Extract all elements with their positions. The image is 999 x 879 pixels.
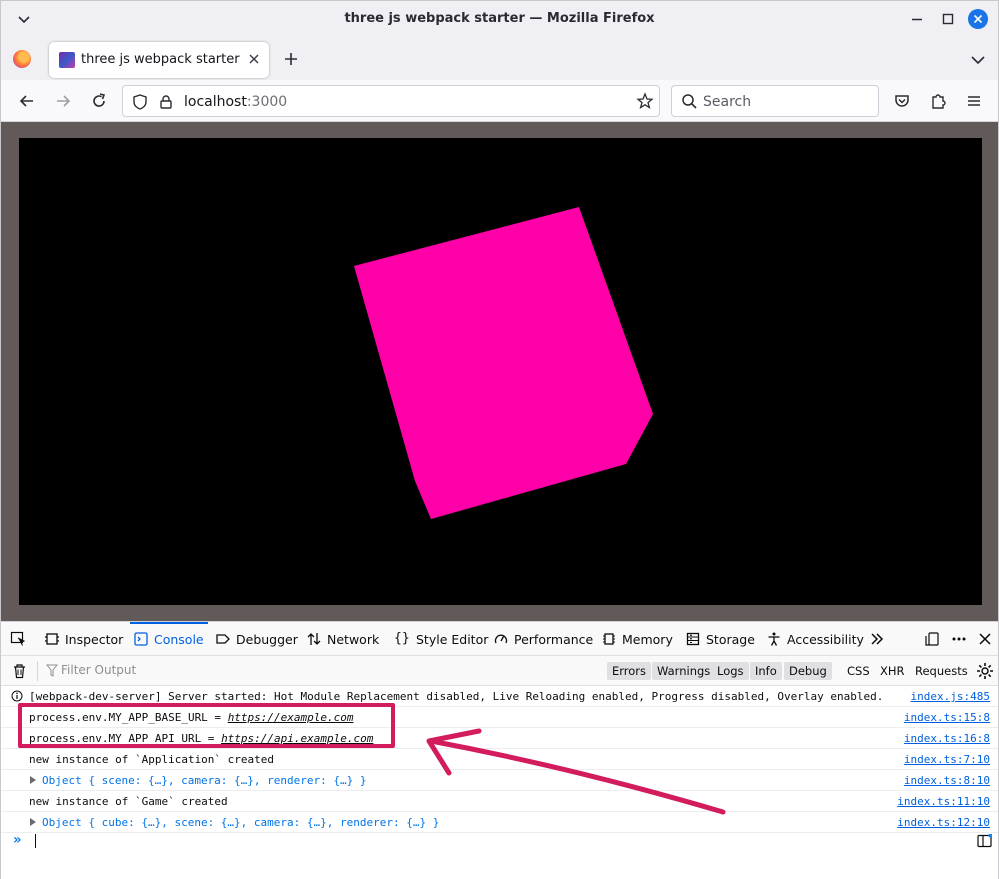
back-icon[interactable] bbox=[17, 91, 37, 111]
app-menu-icon[interactable] bbox=[964, 91, 984, 111]
message-source-link[interactable]: index.ts:7:10 bbox=[904, 753, 990, 766]
pocket-icon[interactable] bbox=[892, 91, 912, 111]
devtools-panel: Inspector Console Debugger Network {} St… bbox=[1, 621, 998, 879]
tab-strip: three js webpack starter bbox=[1, 38, 998, 80]
message-source-link[interactable]: index.ts:11:10 bbox=[897, 795, 990, 808]
tab-active[interactable]: three js webpack starter bbox=[49, 42, 269, 78]
expand-object-triangle-icon[interactable] bbox=[30, 818, 36, 826]
tab-memory[interactable]: Memory bbox=[602, 622, 673, 656]
close-devtools-icon[interactable] bbox=[977, 631, 993, 647]
search-bar[interactable]: Search bbox=[671, 85, 879, 117]
tracking-protection-shield-icon[interactable] bbox=[131, 93, 149, 111]
console-icon bbox=[134, 632, 148, 646]
search-icon bbox=[682, 94, 697, 109]
filter-output-input[interactable]: Filter Output bbox=[61, 663, 136, 677]
clear-console-trash-icon[interactable] bbox=[12, 663, 27, 679]
expand-object-triangle-icon[interactable] bbox=[30, 776, 36, 784]
tab-console[interactable]: Console bbox=[130, 622, 208, 656]
filter-debug-button[interactable]: Debug bbox=[784, 662, 832, 680]
filter-css-button[interactable]: CSS bbox=[847, 664, 870, 678]
filter-errors-button[interactable]: Errors bbox=[607, 662, 652, 680]
firefox-view-icon[interactable] bbox=[13, 50, 31, 68]
console-input[interactable]: » bbox=[1, 829, 998, 853]
console-settings-gear-icon[interactable] bbox=[976, 662, 994, 680]
tab-label: three js webpack starter bbox=[81, 52, 240, 67]
object-inspector[interactable]: Object { scene: {…}, camera: {…}, render… bbox=[42, 774, 367, 787]
message-source-link[interactable]: index.ts:8:10 bbox=[904, 774, 990, 787]
maximize-icon[interactable] bbox=[938, 9, 958, 29]
forward-icon[interactable] bbox=[53, 91, 73, 111]
filter-icon bbox=[46, 664, 58, 677]
tab-network[interactable]: Network bbox=[307, 622, 379, 656]
filter-separator bbox=[37, 661, 38, 681]
tab-favicon-icon bbox=[59, 52, 75, 68]
message-source-link[interactable]: index.ts:15:8 bbox=[904, 711, 990, 724]
minimize-icon[interactable] bbox=[907, 9, 927, 29]
url-bar[interactable]: localhost:3000 bbox=[122, 85, 660, 117]
object-inspector[interactable]: Object { cube: {…}, scene: {…}, camera: … bbox=[42, 816, 439, 829]
more-tools-chevron-icon[interactable] bbox=[869, 631, 885, 647]
message-source-link[interactable]: index.js:485 bbox=[911, 690, 990, 703]
list-all-tabs-icon[interactable] bbox=[969, 51, 987, 69]
tab-storage[interactable]: Storage bbox=[686, 622, 755, 656]
page-info-icon[interactable] bbox=[157, 93, 175, 111]
rotating-cube bbox=[354, 207, 653, 519]
console-filter-bar: Filter Output Errors Warnings Logs Info … bbox=[1, 656, 998, 686]
title-bar: three js webpack starter — Mozilla Firef… bbox=[1, 1, 998, 38]
tab-style-editor[interactable]: {} Style Editor bbox=[394, 622, 488, 656]
search-placeholder: Search bbox=[703, 94, 752, 110]
filter-requests-button[interactable]: Requests bbox=[915, 664, 968, 678]
url-text: localhost:3000 bbox=[184, 94, 288, 110]
memory-icon bbox=[603, 633, 615, 645]
tab-performance[interactable]: Performance bbox=[494, 622, 593, 656]
highlight-box-annotation bbox=[18, 703, 395, 748]
filter-warnings-button[interactable]: Warnings bbox=[652, 662, 716, 680]
extensions-icon[interactable] bbox=[928, 91, 948, 111]
bookmark-star-icon[interactable] bbox=[636, 92, 654, 110]
info-icon bbox=[11, 690, 23, 702]
tab-accessibility[interactable]: Accessibility bbox=[767, 622, 864, 656]
filter-xhr-button[interactable]: XHR bbox=[880, 664, 905, 678]
console-message: new instance of `Application` created in… bbox=[1, 749, 998, 770]
editor-mode-toggle-icon[interactable] bbox=[977, 834, 992, 848]
filter-info-button[interactable]: Info bbox=[750, 662, 782, 680]
message-source-link[interactable]: index.ts:16:8 bbox=[904, 732, 990, 745]
page-content bbox=[1, 122, 998, 621]
console-message: new instance of `Game` created index.ts:… bbox=[1, 791, 998, 812]
storage-icon bbox=[686, 632, 700, 646]
cube-face bbox=[354, 207, 653, 519]
network-icon bbox=[307, 633, 321, 645]
tab-debugger[interactable]: Debugger bbox=[216, 622, 298, 656]
message-text: new instance of `Application` created bbox=[29, 753, 275, 766]
message-source-link[interactable]: index.ts:12:10 bbox=[897, 816, 990, 829]
console-prompt-chevron-icon: » bbox=[13, 832, 22, 848]
three-js-canvas[interactable] bbox=[19, 138, 982, 605]
new-tab-icon[interactable] bbox=[283, 51, 299, 67]
tab-close-icon[interactable] bbox=[246, 51, 262, 67]
filter-logs-button[interactable]: Logs bbox=[712, 662, 749, 680]
close-window-icon[interactable] bbox=[968, 9, 988, 29]
element-picker-icon[interactable] bbox=[10, 631, 26, 647]
text-caret bbox=[35, 834, 36, 848]
debugger-icon bbox=[216, 634, 230, 644]
reload-icon[interactable] bbox=[89, 91, 109, 111]
inspector-icon bbox=[45, 633, 59, 645]
accessibility-icon bbox=[768, 632, 780, 646]
performance-icon bbox=[494, 634, 508, 644]
style-editor-icon: {} bbox=[394, 631, 410, 646]
navigation-toolbar: localhost:3000 Search bbox=[1, 80, 998, 122]
devtools-toolbar: Inspector Console Debugger Network {} St… bbox=[1, 622, 998, 656]
message-text: [webpack-dev-server] Server started: Hot… bbox=[29, 690, 884, 703]
console-message: Object { scene: {…}, camera: {…}, render… bbox=[1, 770, 998, 791]
message-text: new instance of `Game` created bbox=[29, 795, 228, 808]
browser-window: three js webpack starter — Mozilla Firef… bbox=[0, 0, 999, 879]
window-title: three js webpack starter — Mozilla Firef… bbox=[344, 11, 655, 26]
devtools-menu-icon[interactable] bbox=[951, 631, 967, 647]
tab-inspector[interactable]: Inspector bbox=[45, 622, 123, 656]
dock-options-icon[interactable] bbox=[924, 631, 940, 647]
